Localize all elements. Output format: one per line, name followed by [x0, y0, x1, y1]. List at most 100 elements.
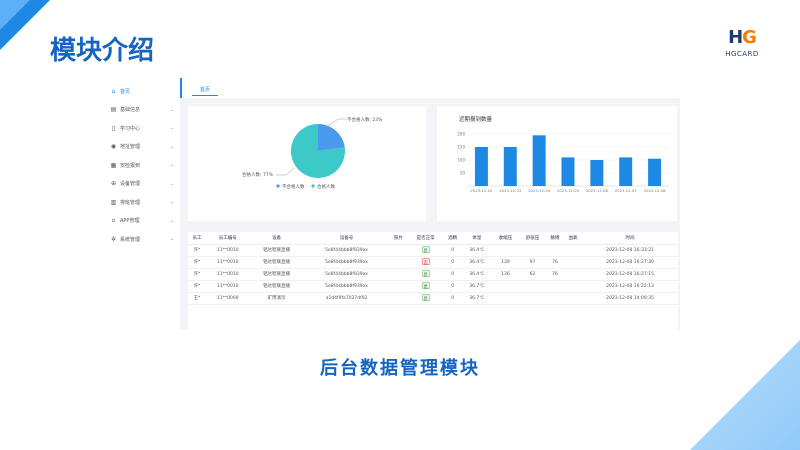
table-cell: 5e8f44bbb8f939ax — [303, 280, 390, 293]
x-tick-label: 2023-12-03 — [499, 188, 522, 193]
x-tick-label: 2023-12-07 — [615, 188, 638, 193]
table-header-cell: 舒张压 — [518, 232, 546, 245]
calendar-icon: ▦ — [110, 161, 117, 169]
sidebar-item-label: 安检报到 — [120, 162, 141, 169]
sidebar-item[interactable]: ✲ 系统管理 ⌄ — [100, 232, 180, 246]
bar — [474, 147, 488, 186]
slide-caption: 后台数据管理模块 — [320, 358, 480, 379]
table-row[interactable]: 王* 11**0009 矿用演示 a1d4f9fa7027df92 是 0 36.7℃ 202… — [188, 292, 678, 305]
sidebar-item[interactable]: ▫ APP管理 ⌄ — [100, 214, 180, 228]
table-cell — [389, 292, 408, 305]
table-cell: 11**0010 — [206, 256, 250, 269]
table-row[interactable]: 许* 11**0010 铝达智联直播 5e8f44bbb8f939ax 否 0 36.4℃ 1… — [188, 256, 678, 269]
sidebar-item[interactable]: ▯ 学习中心 ⌄ — [100, 121, 180, 135]
bar — [590, 160, 604, 186]
location-icon: ◉ — [110, 143, 117, 150]
sidebar-item-label: 学习中心 — [120, 125, 141, 132]
table-cell: 是 — [407, 292, 444, 305]
table-header-cell: 血氧 — [564, 232, 583, 245]
table-cell: 0 — [443, 244, 462, 257]
table-cell — [389, 256, 408, 269]
bar — [532, 135, 546, 186]
records-table-card: 员工 员工编号 设备 设备号 照片 是否正常 酒精 体温 收缩压 舒张压 脉搏 血氧 时间 许* 11**… — [188, 232, 678, 330]
table-header-cell: 员工编号 — [206, 232, 250, 245]
sidebar-item[interactable]: ⊕ 设备管理 ⌄ — [100, 177, 180, 191]
table-cell: 铝达智联直播 — [249, 244, 304, 257]
pie-chart-card: 不合格人数: 23% 合格人数: 77% 不合格人数 合格人数 — [188, 106, 426, 221]
y-tick-label: 150 — [457, 145, 465, 150]
pie-slice-label: 合格人数: 77% — [242, 171, 274, 178]
table-cell: 0 — [443, 292, 462, 305]
bar — [503, 147, 517, 186]
schedule-icon: ▥ — [110, 198, 117, 206]
table-cell: 是 — [407, 244, 444, 257]
table-cell: 36.4℃ — [461, 244, 492, 257]
status-badge: 是 — [421, 294, 430, 301]
table-cell: 5e8f44bbb8f939ax — [303, 256, 390, 269]
logo: HG HGCARD — [722, 28, 762, 59]
table-cell: 139 — [491, 256, 519, 269]
chevron-down-icon: ⌄ — [169, 199, 174, 205]
chart-title: 近期报到数量 — [459, 115, 493, 123]
sidebar-item[interactable]: ▤ 基础信息 ⌄ — [100, 103, 180, 117]
table-cell: 36.4℃ — [461, 268, 492, 281]
table-cell: 铝达智联直播 — [249, 280, 304, 293]
leader-line — [276, 167, 295, 176]
chevron-down-icon: ⌄ — [169, 217, 174, 224]
table-cell: 许* — [188, 268, 207, 281]
table-cell: 铝达智联直播 — [249, 256, 304, 269]
sidebar-item[interactable]: ⌂ 首页 — [100, 84, 180, 98]
table-cell: 76 — [546, 256, 565, 269]
chevron-down-icon: ⌄ — [169, 180, 174, 187]
x-tick-label: 2023-12-02 — [470, 188, 493, 193]
table-cell: 5e8f44bbb8f939ax — [303, 244, 390, 257]
table-header-cell: 体温 — [461, 232, 492, 245]
table-cell — [518, 244, 546, 257]
sidebar-item-label: 基础信息 — [120, 107, 141, 113]
book-icon: ▯ — [111, 124, 116, 132]
table-cell: 0 — [443, 268, 462, 281]
table-row[interactable]: 许* 11**0010 铝达智联直播 5e8f44bbb8f939ax 是 0 36.7℃ 2… — [188, 280, 678, 293]
table-cell: 许* — [188, 256, 207, 269]
table-header-cell: 时间 — [582, 232, 678, 245]
table-cell — [564, 256, 583, 269]
table-cell: 136 — [491, 268, 519, 281]
chevron-down-icon: ⌄ — [169, 236, 174, 242]
table-cell: 0 — [443, 280, 462, 293]
pie-chart: 不合格人数: 23% 合格人数: 77% 不合格人数 合格人数 — [242, 116, 383, 190]
bar-chart: 近期报到数量 200 150 100 50 2023-12-02 2023-12-03 202… — [457, 115, 669, 193]
sidebar-item[interactable]: ▦ 安检报到 ⌄ — [100, 158, 180, 172]
table-cell: 是 — [407, 268, 444, 281]
table-row[interactable]: 许* 11**0010 铝达智联直播 5e8f44bbb8f939ax 是 0 36.4℃ 1… — [188, 268, 678, 281]
table-cell — [564, 292, 583, 305]
bar — [619, 157, 633, 186]
tab-home[interactable]: 首页 — [192, 84, 219, 96]
table-cell: 76 — [546, 268, 565, 281]
x-tick-label: 2023-12-08 — [644, 188, 667, 193]
table-cell: 2023-12-08 16:27:30 — [582, 256, 678, 269]
leader-line — [327, 118, 346, 127]
table-row[interactable]: 许* 11**0010 铝达智联直播 5e8f44bbb8f939ax 是 0 36.4℃ 2… — [188, 244, 678, 257]
status-badge: 是 — [421, 270, 430, 277]
table-cell — [389, 244, 408, 257]
x-tick-label: 2023-12-06 — [586, 188, 609, 193]
slide-title: 模块介绍 — [50, 36, 155, 66]
chevron-down-icon: ⌄ — [169, 162, 174, 168]
table-cell — [546, 292, 565, 305]
table-cell — [564, 268, 583, 281]
legend-label: 不合格人数 — [282, 183, 305, 190]
pie-slice-label: 不合格人数: 23% — [347, 116, 383, 123]
bar — [648, 158, 662, 186]
table-cell — [546, 244, 565, 257]
sidebar-item-label: 系统管理 — [120, 236, 141, 243]
sidebar-item[interactable]: ◉ 地址管理 ⌄ — [100, 140, 180, 154]
status-badge: 否 — [421, 258, 430, 265]
table-cell: 36.4℃ — [461, 256, 492, 269]
legend-marker — [276, 184, 280, 188]
table-cell: 2023-12-08 14:09:35 — [582, 292, 678, 305]
sidebar-item[interactable]: ▥ 排班管理 ⌄ — [100, 195, 180, 209]
y-tick-label: 100 — [457, 158, 465, 163]
table-header-cell: 收缩压 — [491, 232, 519, 245]
table-cell — [518, 292, 546, 305]
records-table: 员工 员工编号 设备 设备号 照片 是否正常 酒精 体温 收缩压 舒张压 脉搏 血氧 时间 许* 11**… — [188, 232, 678, 305]
